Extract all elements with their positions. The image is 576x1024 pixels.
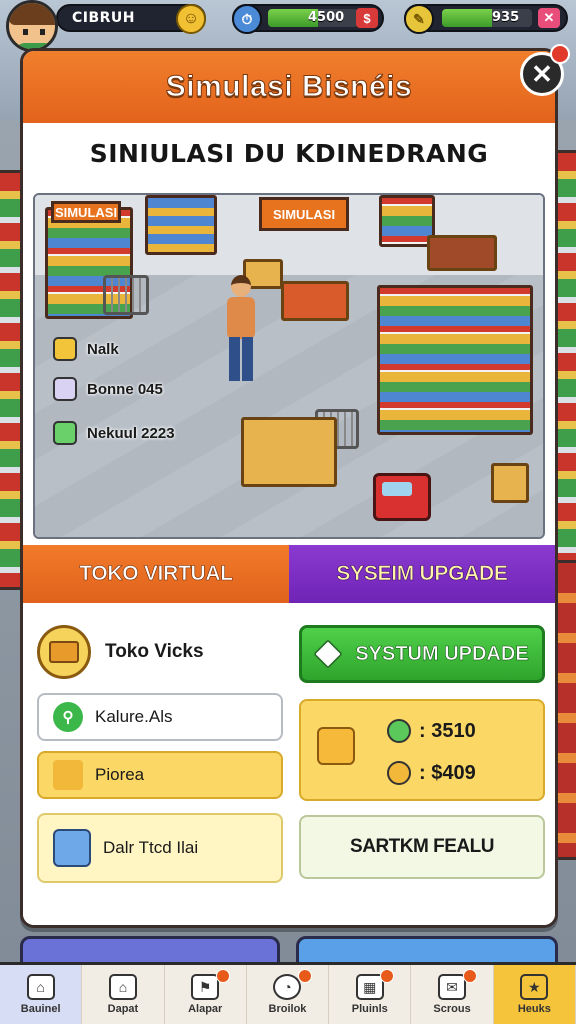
nav-label: Bauinel — [20, 1003, 61, 1015]
store-field-stock[interactable]: Dalr Ttcd Ilai — [37, 813, 283, 883]
leaf-icon: ⚲ — [53, 702, 83, 732]
energy-bar-pill: ⏱ 4500 $ — [232, 4, 384, 34]
star-icon: ★ — [520, 974, 549, 1000]
scene-legend-label: Nalk — [87, 340, 119, 358]
scene-shopper — [221, 275, 259, 385]
energy-add-icon[interactable]: $ — [356, 8, 378, 28]
panel-subtitle: SINIULASI DU KDINEDRANG — [89, 139, 489, 168]
package-icon — [37, 625, 91, 679]
scene-sign: SIMULASI — [259, 197, 349, 231]
scene-sign: SIMULASI — [51, 201, 121, 223]
cost-value: : $409 — [419, 761, 476, 784]
coin-bar-pill: ✎ 935 ✕ — [404, 4, 568, 34]
store-scene[interactable]: SIMULASI SIMULASI Nalk Bonne 045 Nekuul … — [33, 193, 545, 539]
scene-legend-label: Nekuul 2223 — [87, 424, 175, 442]
box-icon — [53, 337, 77, 361]
top-hud: CIBRUH ☺ ⏱ 4500 $ ✎ 935 ✕ — [0, 0, 576, 52]
nav-item-house[interactable]: ⌂ Dapat — [82, 965, 165, 1024]
scene-truck — [373, 473, 431, 521]
clock-icon: ⏱ — [232, 4, 262, 34]
player-avatar[interactable] — [6, 0, 58, 52]
cost-value: : 3510 — [419, 719, 476, 742]
start-upgrade-button[interactable]: SARTKM FEALU — [299, 815, 545, 879]
store-field-label: Kalure.Als — [95, 707, 173, 726]
scene-legend-item: Nalk — [53, 337, 119, 361]
menu-x-icon[interactable]: ✕ — [538, 8, 560, 28]
basket-icon — [53, 829, 91, 867]
scene-legend-label: Bonne 045 — [87, 380, 163, 398]
trophy-icon — [317, 727, 355, 765]
nav-label: Dapat — [107, 1003, 139, 1015]
nav-badge — [462, 969, 477, 983]
scene-box — [491, 463, 529, 503]
scene-plant-table — [427, 235, 497, 271]
scene-fridge — [145, 195, 217, 255]
cost-row: : $409 — [387, 761, 476, 785]
scene-cart — [103, 275, 149, 315]
robot-icon — [53, 377, 77, 401]
business-simulation-panel: Simulasi Bisnéis SINIULASI DU KDINEDRANG… — [20, 48, 558, 928]
trash-icon — [53, 421, 77, 445]
store-field-category[interactable]: ⚲ Kalure.Als — [37, 693, 283, 741]
scene-big-shelf — [377, 285, 533, 435]
nav-item-calendar[interactable]: ▦ Pluinls — [329, 965, 412, 1024]
tab-content: Toko Vicks ⚲ Kalure.Als Piorea Dalr Ttcd… — [23, 603, 555, 925]
player-name: CIBRUH — [72, 10, 136, 26]
tab-system-upgrade[interactable]: SYSEIM UPGADE — [289, 545, 555, 603]
store-field-product[interactable]: Piorea — [37, 751, 283, 799]
bottom-nav: ⌂ Bauinel ⌂ Dapat ⚑ Alapar ◔ Broilok ▦ P… — [0, 962, 576, 1024]
nav-item-flag[interactable]: ⚑ Alapar — [165, 965, 247, 1024]
nav-label: Alapar — [188, 1003, 223, 1015]
coin-icon: ✎ — [404, 4, 434, 34]
upgrade-cost-card: : 3510 : $409 — [299, 699, 545, 801]
coin-bar-fill — [442, 9, 492, 27]
tab-toko-virtual[interactable]: TOKO VIRTUAL — [23, 545, 289, 603]
coin-bar: 935 — [442, 9, 532, 27]
nav-label: Scrous — [433, 1003, 471, 1015]
energy-bar: 4500 — [268, 9, 358, 27]
nav-label: Broilok — [268, 1003, 307, 1015]
player-name-pill[interactable]: CIBRUH ☺ — [56, 4, 206, 34]
nav-item-mail[interactable]: ✉ Scrous — [411, 965, 494, 1024]
panel-header: Simulasi Bisnéis — [23, 51, 555, 123]
house-icon: ⌂ — [108, 974, 137, 1000]
panel-title: Simulasi Bisnéis — [165, 70, 413, 104]
energy-value: 4500 — [308, 10, 345, 25]
nav-badge — [380, 969, 395, 983]
scene-display-table — [281, 281, 349, 321]
nav-badge — [298, 969, 313, 983]
nav-item-home[interactable]: ⌂ Bauinel — [0, 965, 83, 1024]
home-icon: ⌂ — [26, 974, 55, 1000]
scene-legend-item: Nekuul 2223 — [53, 421, 175, 445]
nav-item-star[interactable]: ★ Heuks — [493, 965, 576, 1024]
system-update-label: SYSTUM UPDADE — [355, 642, 529, 665]
store-field-label: Dalr Ttcd Ilai — [103, 838, 199, 857]
nav-badge — [215, 969, 230, 983]
cost-row: : 3510 — [387, 719, 476, 743]
mail-icon: ✉ — [438, 974, 467, 1000]
cheese-icon — [53, 760, 83, 790]
gear-icon — [387, 719, 411, 743]
nav-label: Pluinls — [351, 1003, 388, 1015]
cube-icon — [313, 639, 344, 669]
scene-legend-item: Bonne 045 — [53, 377, 163, 401]
nav-item-clock[interactable]: ◔ Broilok — [247, 965, 330, 1024]
flag-icon: ⚑ — [191, 974, 220, 1000]
system-update-button[interactable]: SYSTUM UPDADE — [299, 625, 545, 683]
store-field-label: Piorea — [95, 765, 145, 784]
notification-badge — [550, 44, 570, 64]
store-card[interactable]: Toko Vicks — [37, 621, 287, 683]
coin-value: 935 — [492, 10, 520, 25]
store-name: Toko Vicks — [105, 641, 204, 662]
nav-label: Heuks — [517, 1003, 551, 1015]
scene-crate — [241, 417, 337, 487]
smile-icon[interactable]: ☺ — [176, 4, 206, 34]
moneybag-icon — [387, 761, 411, 785]
